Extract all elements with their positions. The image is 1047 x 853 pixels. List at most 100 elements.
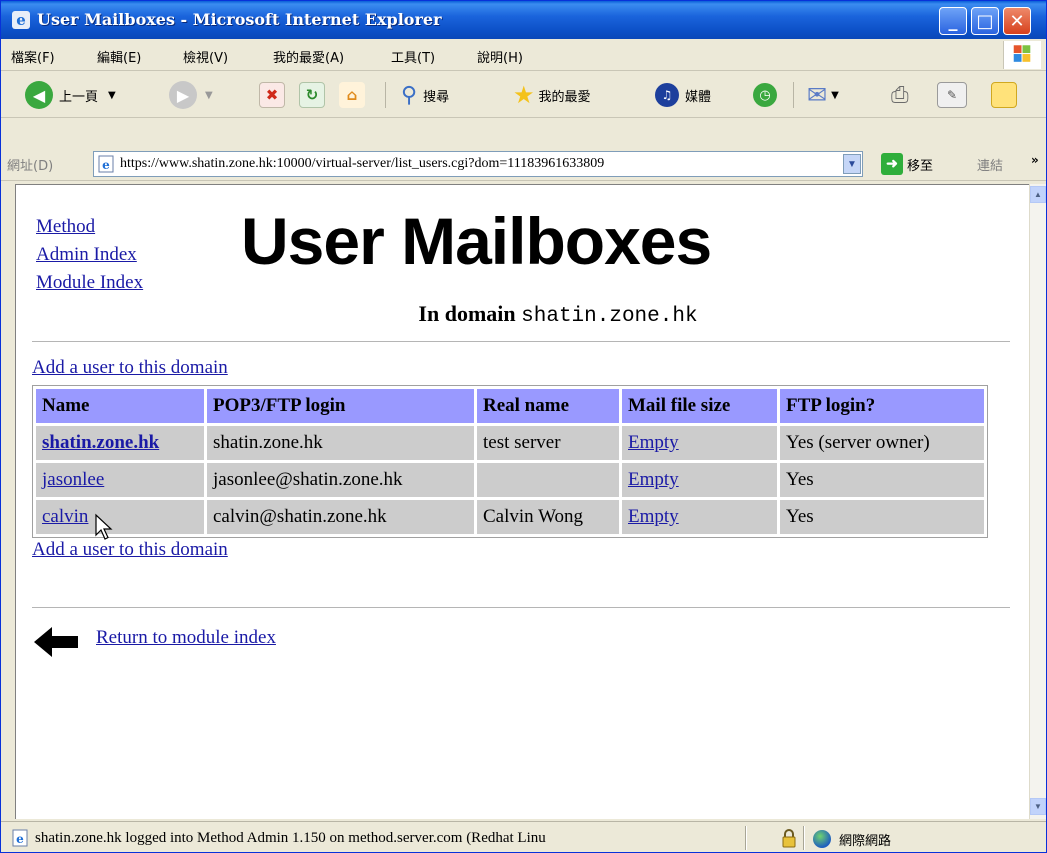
printer-icon: ⎙	[891, 82, 909, 108]
media-button[interactable]: ♫ 媒體	[655, 80, 711, 110]
return-to-module-index-link[interactable]: Return to module index	[96, 627, 276, 649]
mouse-pointer-icon	[95, 513, 113, 540]
back-arrow-icon[interactable]	[32, 625, 80, 659]
stop-button[interactable]: ✖	[259, 80, 285, 110]
table-header-row: Name POP3/FTP login Real name Mail file …	[36, 389, 984, 423]
vertical-scrollbar[interactable]: ▲ ▼	[1029, 184, 1046, 819]
name-cell: shatin.zone.hk	[36, 426, 204, 460]
mail-icon: ✉	[807, 81, 828, 109]
menu-bar: 檔案(F) 編輯(E) 檢視(V) 我的最愛(A) 工具(T) 說明(H)	[1, 39, 1046, 71]
column-header-real-name: Real name	[477, 389, 619, 423]
messenger-button[interactable]	[991, 80, 1017, 110]
edit-button[interactable]: ✎	[937, 80, 967, 110]
menu-help[interactable]: 說明(H)	[477, 47, 523, 66]
module-index-link[interactable]: Module Index	[36, 272, 143, 293]
search-button[interactable]: ⚲ 搜尋	[401, 80, 449, 110]
print-button[interactable]: ⎙	[891, 80, 909, 110]
users-table: Name POP3/FTP login Real name Mail file …	[32, 385, 988, 538]
real-name-cell: test server	[477, 426, 619, 460]
lock-icon	[782, 829, 796, 848]
stop-icon: ✖	[259, 82, 285, 108]
mail-size-link[interactable]: Empty	[628, 432, 679, 453]
mail-size-cell: Empty	[622, 500, 777, 534]
column-header-ftp: FTP login?	[780, 389, 984, 423]
menu-view[interactable]: 檢視(V)	[183, 47, 228, 66]
back-label: 上一頁	[59, 89, 99, 105]
table-row: calvin calvin@shatin.zone.hk Calvin Wong…	[36, 500, 984, 534]
maximize-icon: □	[976, 10, 994, 32]
favorites-button[interactable]: ★ 我的最愛	[513, 80, 591, 110]
ftp-cell: Yes (server owner)	[780, 426, 984, 460]
back-arrow-icon: ◀	[25, 81, 53, 109]
forward-dropdown-icon[interactable]: ▼	[205, 90, 213, 101]
history-icon: ◷	[753, 83, 777, 107]
links-label[interactable]: 連結	[977, 155, 1003, 174]
zone-label: 網際網路	[839, 834, 892, 849]
windows-logo-icon	[1003, 41, 1041, 69]
home-button[interactable]: ⌂	[339, 80, 365, 110]
close-icon: ✕	[1009, 10, 1025, 32]
address-label: 網址(D)	[7, 159, 54, 174]
divider	[32, 341, 1010, 343]
mail-button[interactable]: ✉ ▼	[807, 80, 839, 110]
forward-button[interactable]: ▶ ▼	[169, 80, 213, 110]
scroll-down-icon[interactable]: ▼	[1030, 798, 1046, 815]
page-content: Method Admin Index Module Index User Mai…	[15, 184, 1029, 819]
refresh-icon: ↻	[299, 82, 325, 108]
scroll-up-icon[interactable]: ▲	[1030, 186, 1046, 203]
sticky-note-icon	[991, 82, 1017, 108]
status-divider	[745, 826, 747, 850]
maximize-button[interactable]: □	[971, 7, 999, 35]
minimize-button[interactable]: _	[939, 7, 967, 35]
back-dropdown-icon[interactable]: ▼	[108, 90, 116, 101]
close-button[interactable]: ✕	[1003, 7, 1031, 35]
add-user-link[interactable]: Add a user to this domain	[32, 357, 228, 378]
column-header-mail-size: Mail file size	[622, 389, 777, 423]
svg-text:e: e	[102, 158, 110, 172]
menu-favorites[interactable]: 我的最愛(A)	[273, 47, 344, 66]
menu-edit[interactable]: 編輯(E)	[97, 47, 141, 66]
address-url: https://www.shatin.zone.hk:10000/virtual…	[120, 156, 605, 171]
admin-index-link[interactable]: Admin Index	[36, 244, 137, 265]
add-user-link-bottom[interactable]: Add a user to this domain	[32, 539, 228, 560]
go-arrow-icon[interactable]: ➜	[881, 153, 903, 175]
domain-subtitle: In domain shatin.zone.hk	[16, 301, 1029, 328]
forward-arrow-icon: ▶	[169, 81, 197, 109]
mail-dropdown-icon[interactable]: ▼	[831, 90, 839, 101]
page-icon: e	[12, 829, 28, 847]
refresh-button[interactable]: ↻	[299, 80, 325, 110]
toolbar-separator	[793, 82, 794, 108]
menu-file[interactable]: 檔案(F)	[11, 47, 55, 66]
media-icon: ♫	[655, 83, 679, 107]
edit-page-icon: ✎	[937, 82, 967, 108]
back-button[interactable]: ◀ 上一頁 ▼	[25, 80, 116, 110]
table-row: shatin.zone.hk shatin.zone.hk test serve…	[36, 426, 984, 460]
status-text: shatin.zone.hk logged into Method Admin …	[35, 830, 546, 846]
mail-size-cell: Empty	[622, 426, 777, 460]
user-name-link[interactable]: jasonlee	[42, 469, 104, 490]
address-dropdown-icon[interactable]: ▼	[843, 154, 861, 174]
status-divider	[803, 826, 805, 850]
login-cell: jasonlee@shatin.zone.hk	[207, 463, 474, 497]
column-header-login: POP3/FTP login	[207, 389, 474, 423]
nav-links: Method Admin Index Module Index	[36, 213, 143, 297]
mail-size-link[interactable]: Empty	[628, 506, 679, 527]
minimize-icon: _	[948, 10, 958, 32]
mail-size-link[interactable]: Empty	[628, 469, 679, 490]
home-icon: ⌂	[339, 82, 365, 108]
login-cell: shatin.zone.hk	[207, 426, 474, 460]
name-cell: calvin	[36, 500, 204, 534]
user-name-link[interactable]: calvin	[42, 506, 88, 527]
menu-tools[interactable]: 工具(T)	[391, 47, 435, 66]
user-name-link[interactable]: shatin.zone.hk	[42, 432, 159, 453]
title-bar[interactable]: e User Mailboxes - Microsoft Internet Ex…	[1, 1, 1046, 39]
go-button[interactable]: 移至	[907, 155, 933, 174]
address-input[interactable]: e https://www.shatin.zone.hk:10000/virtu…	[93, 151, 863, 177]
history-button[interactable]: ◷	[753, 80, 777, 110]
mail-size-cell: Empty	[622, 463, 777, 497]
internet-explorer-icon: e	[12, 11, 30, 29]
domain-name: shatin.zone.hk	[521, 305, 698, 328]
window-title: User Mailboxes - Microsoft Internet Expl…	[37, 10, 442, 29]
chevron-right-icon[interactable]: »	[1031, 153, 1039, 167]
method-link[interactable]: Method	[36, 216, 95, 237]
